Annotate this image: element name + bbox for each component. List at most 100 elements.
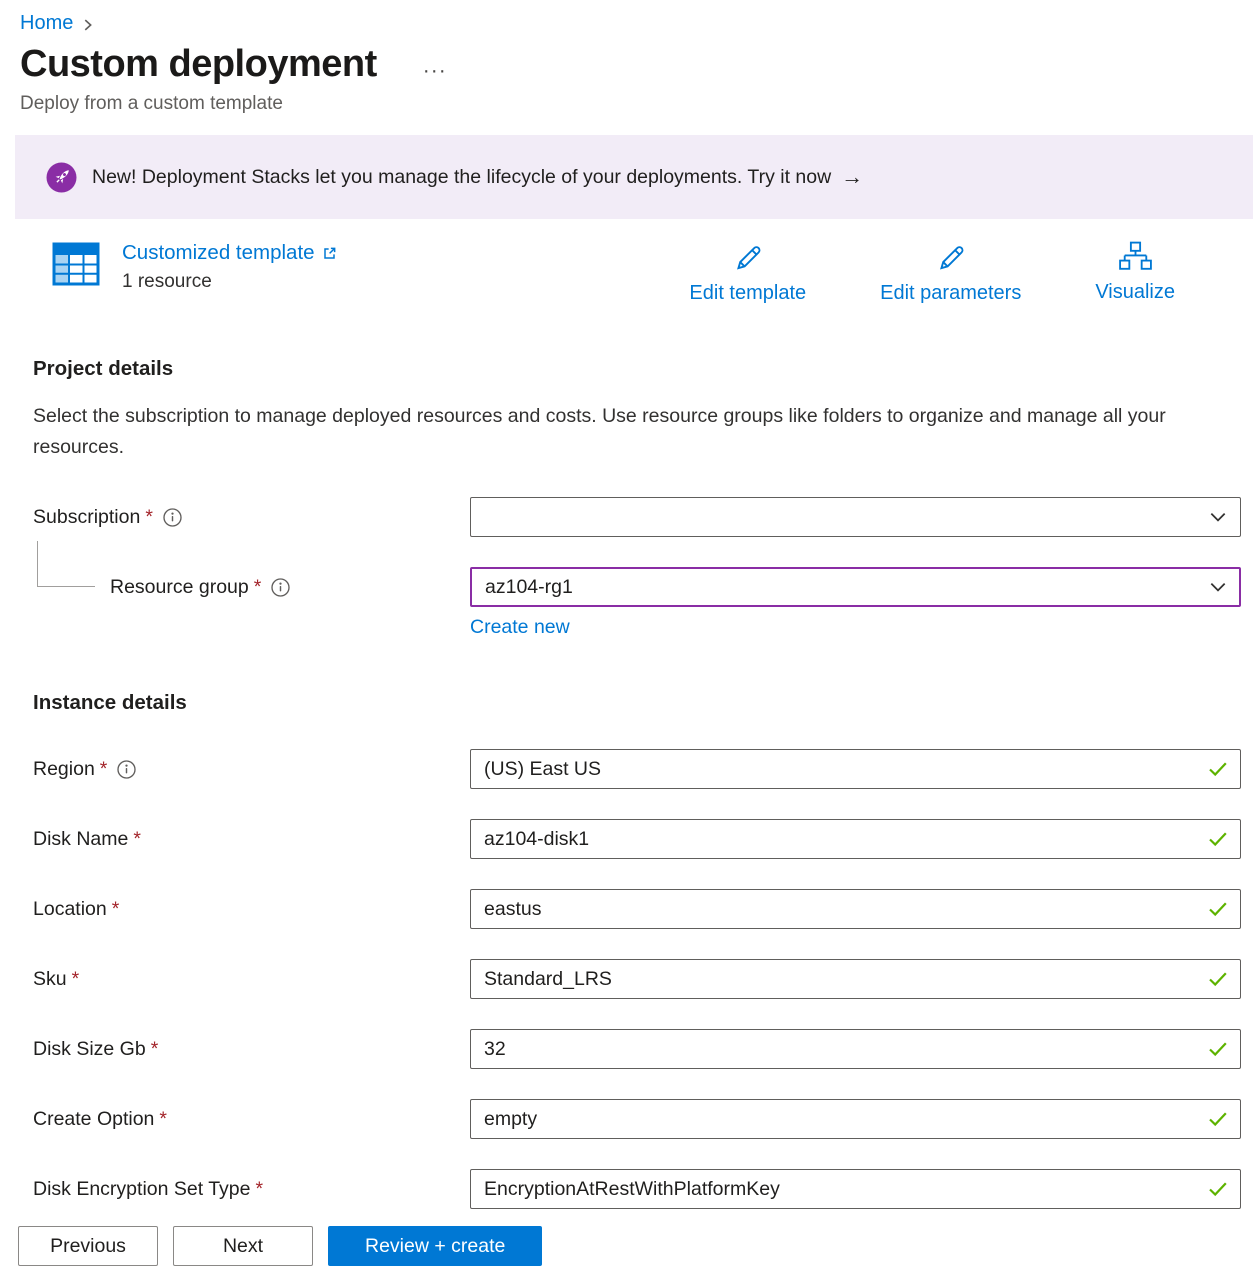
visualize-button[interactable]: Visualize: [1095, 241, 1175, 305]
field-row-resource-group: Resource group *: [33, 567, 1241, 607]
arrow-right-icon[interactable]: →: [841, 164, 863, 190]
breadcrumb-home-link[interactable]: Home: [20, 12, 73, 35]
disk-encryption-set-type-label-group: Disk Encryption Set Type *: [33, 1178, 470, 1201]
template-actions: Edit template Edit parameters Visualize: [689, 241, 1175, 305]
deployment-stacks-banner[interactable]: New! Deployment Stacks let you manage th…: [15, 135, 1253, 219]
checkmark-icon: [1208, 1041, 1228, 1057]
visualize-label: Visualize: [1095, 281, 1175, 304]
disk-name-label-group: Disk Name *: [33, 828, 470, 851]
title-row: Custom deployment ···: [20, 43, 1253, 86]
required-asterisk: *: [112, 898, 120, 921]
chevron-down-icon[interactable]: [1208, 577, 1228, 597]
field-connector-line: [37, 541, 95, 587]
chevron-right-icon: [82, 18, 95, 32]
field-row-location: Location *: [33, 889, 1241, 929]
info-icon[interactable]: [271, 578, 290, 597]
customized-template-link[interactable]: Customized template: [122, 241, 337, 265]
info-icon[interactable]: [163, 508, 182, 527]
next-button[interactable]: Next: [173, 1226, 313, 1266]
edit-parameters-button[interactable]: Edit parameters: [880, 241, 1021, 305]
disk-size-gb-input[interactable]: [470, 1029, 1241, 1069]
disk-encryption-set-type-field: [470, 1169, 1241, 1209]
field-row-subscription: Subscription *: [33, 497, 1241, 537]
field-row-create-option: Create Option *: [33, 1099, 1241, 1139]
instance-details-heading: Instance details: [33, 691, 1253, 715]
required-asterisk: *: [145, 506, 153, 529]
info-icon[interactable]: [117, 760, 136, 779]
template-summary: Customized template 1 resource Edit temp…: [0, 219, 1253, 305]
field-row-region: Region *: [33, 749, 1241, 789]
custom-deployment-page: Home Custom deployment ··· Deploy from a…: [0, 0, 1253, 1280]
edit-parameters-label: Edit parameters: [880, 282, 1021, 305]
project-details-heading: Project details: [33, 357, 1253, 381]
more-menu-button[interactable]: ···: [423, 59, 447, 83]
disk-name-label: Disk Name: [33, 828, 128, 851]
region-field: [470, 749, 1241, 789]
review-create-button[interactable]: Review + create: [328, 1226, 542, 1266]
checkmark-icon: [1208, 761, 1228, 777]
required-asterisk: *: [151, 1038, 159, 1061]
location-label: Location: [33, 898, 107, 921]
resource-group-label: Resource group: [110, 576, 249, 599]
resource-group-select[interactable]: [470, 567, 1241, 607]
template-info: Customized template 1 resource: [122, 241, 337, 293]
resource-group-label-group: Resource group *: [33, 576, 470, 599]
field-row-sku: Sku *: [33, 959, 1241, 999]
breadcrumb: Home: [0, 0, 1253, 35]
disk-size-gb-field: [470, 1029, 1241, 1069]
template-grid-icon: [52, 241, 100, 287]
region-label-group: Region *: [33, 758, 470, 781]
required-asterisk: *: [159, 1108, 167, 1131]
page-subtitle: Deploy from a custom template: [20, 93, 1253, 115]
create-option-field: [470, 1099, 1241, 1139]
create-option-label-group: Create Option *: [33, 1108, 470, 1131]
field-row-disk-size-gb: Disk Size Gb *: [33, 1029, 1241, 1069]
location-label-group: Location *: [33, 898, 470, 921]
required-asterisk: *: [72, 968, 80, 991]
disk-name-input[interactable]: [470, 819, 1241, 859]
checkmark-icon: [1208, 971, 1228, 987]
checkmark-icon: [1208, 1181, 1228, 1197]
disk-encryption-set-type-input[interactable]: [470, 1169, 1241, 1209]
page-title: Custom deployment: [20, 43, 377, 86]
sku-field: [470, 959, 1241, 999]
field-row-disk-name: Disk Name *: [33, 819, 1241, 859]
resource-group-combobox: [470, 567, 1241, 607]
template-name: Customized template: [122, 241, 315, 265]
create-new-row: Create new: [470, 616, 1253, 639]
subscription-select[interactable]: [470, 497, 1241, 537]
required-asterisk: *: [254, 576, 262, 599]
create-option-label: Create Option: [33, 1108, 154, 1131]
disk-encryption-set-type-label: Disk Encryption Set Type: [33, 1178, 251, 1201]
region-input[interactable]: [470, 749, 1241, 789]
subscription-label: Subscription: [33, 506, 140, 529]
previous-button[interactable]: Previous: [18, 1226, 158, 1266]
required-asterisk: *: [100, 758, 108, 781]
resource-count: 1 resource: [122, 271, 337, 293]
checkmark-icon: [1208, 901, 1228, 917]
project-details-description: Select the subscription to manage deploy…: [33, 401, 1183, 463]
region-label: Region: [33, 758, 95, 781]
sku-input[interactable]: [470, 959, 1241, 999]
create-new-link[interactable]: Create new: [470, 616, 570, 638]
rocket-icon: [46, 162, 77, 193]
sitemap-icon: [1117, 241, 1154, 274]
required-asterisk: *: [256, 1178, 264, 1201]
checkmark-icon: [1208, 831, 1228, 847]
edit-template-button[interactable]: Edit template: [689, 241, 806, 305]
sku-label-group: Sku *: [33, 968, 470, 991]
wizard-footer: Previous Next Review + create: [0, 1212, 1253, 1280]
disk-name-field: [470, 819, 1241, 859]
banner-message: New! Deployment Stacks let you manage th…: [92, 166, 831, 189]
disk-size-gb-label: Disk Size Gb: [33, 1038, 146, 1061]
checkmark-icon: [1208, 1111, 1228, 1127]
create-option-input[interactable]: [470, 1099, 1241, 1139]
chevron-down-icon[interactable]: [1208, 507, 1228, 527]
pencil-icon: [934, 241, 968, 275]
location-input[interactable]: [470, 889, 1241, 929]
pencil-icon: [731, 241, 765, 275]
disk-size-gb-label-group: Disk Size Gb *: [33, 1038, 470, 1061]
required-asterisk: *: [133, 828, 141, 851]
external-link-icon: [322, 246, 337, 261]
subscription-label-group: Subscription *: [33, 506, 470, 529]
